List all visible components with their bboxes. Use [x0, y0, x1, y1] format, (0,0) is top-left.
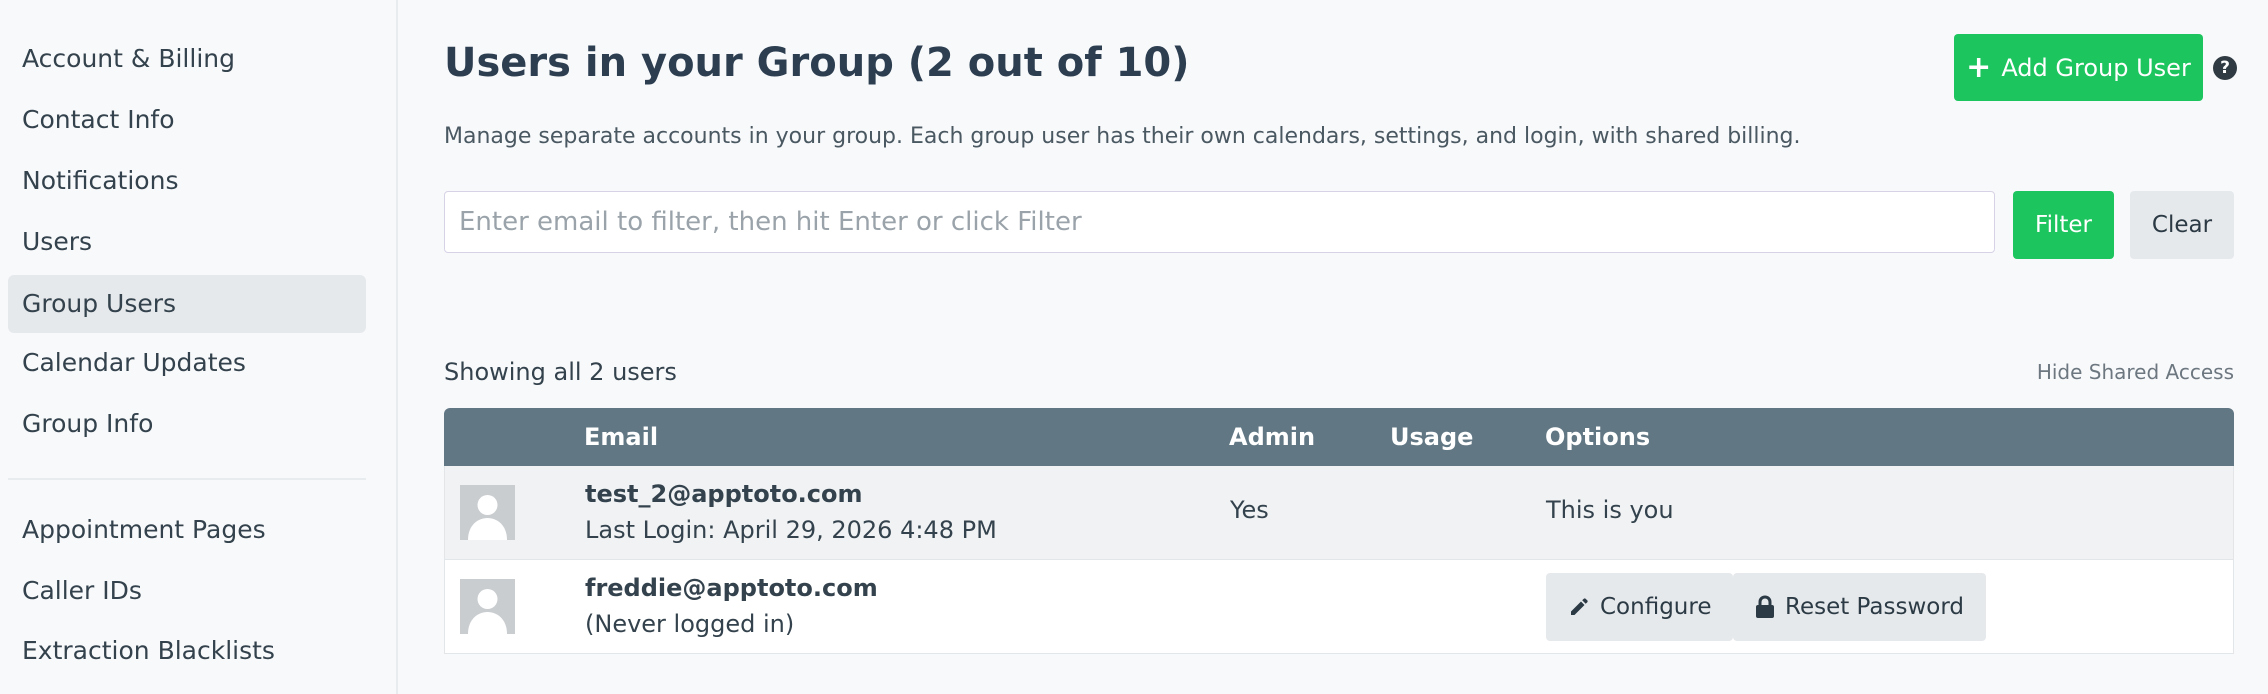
sidebar-item-group-users[interactable]: Group Users	[8, 275, 366, 333]
add-group-user-button[interactable]: + Add Group User	[1954, 34, 2203, 101]
sidebar-divider	[8, 478, 366, 480]
configure-label: Configure	[1600, 594, 1712, 620]
user-last-login: (Never logged in)	[585, 610, 795, 638]
reset-password-button[interactable]: Reset Password	[1733, 573, 1986, 641]
column-header-email: Email	[584, 423, 659, 451]
add-group-user-label: Add Group User	[2001, 53, 2191, 82]
column-header-usage: Usage	[1390, 423, 1474, 451]
sidebar-item-appointment-pages[interactable]: Appointment Pages	[8, 501, 366, 559]
sidebar-item-notifications[interactable]: Notifications	[8, 152, 366, 210]
lock-icon	[1756, 595, 1774, 618]
avatar-icon	[460, 579, 515, 634]
hide-shared-access-link[interactable]: Hide Shared Access	[2037, 360, 2234, 384]
page-title: Users in your Group (2 out of 10)	[444, 40, 1190, 86]
pencil-icon	[1571, 598, 1588, 615]
sidebar: Account & Billing Contact Info Notificat…	[0, 0, 398, 694]
user-last-login: Last Login: April 29, 2026 4:48 PM	[585, 516, 997, 544]
table-header: Email Admin Usage Options	[444, 408, 2234, 466]
configure-button[interactable]: Configure	[1546, 573, 1734, 641]
sidebar-item-group-info[interactable]: Group Info	[8, 395, 366, 453]
main-content: Users in your Group (2 out of 10) Manage…	[444, 0, 2268, 694]
sidebar-item-caller-ids[interactable]: Caller IDs	[8, 562, 366, 620]
table-row: freddie@apptoto.com (Never logged in) Co…	[444, 560, 2234, 654]
group-users-table: Email Admin Usage Options test_2@apptoto…	[444, 408, 2234, 654]
showing-count: Showing all 2 users	[444, 358, 677, 386]
clear-button[interactable]: Clear	[2130, 191, 2234, 259]
user-email: freddie@apptoto.com	[585, 574, 878, 602]
sidebar-item-extraction-blacklists[interactable]: Extraction Blacklists	[8, 622, 366, 680]
filter-button[interactable]: Filter	[2013, 191, 2114, 259]
page-description: Manage separate accounts in your group. …	[444, 124, 1801, 149]
sidebar-item-account-billing[interactable]: Account & Billing	[8, 30, 366, 88]
sidebar-item-calendar-updates[interactable]: Calendar Updates	[8, 334, 366, 392]
sidebar-item-users[interactable]: Users	[8, 213, 366, 271]
sidebar-item-contact-info[interactable]: Contact Info	[8, 91, 366, 149]
user-admin-status: Yes	[1230, 496, 1269, 524]
user-email: test_2@apptoto.com	[585, 480, 863, 508]
column-header-options: Options	[1545, 423, 1651, 451]
user-options-text: This is you	[1546, 496, 1674, 524]
plus-icon: +	[1966, 49, 1992, 85]
column-header-admin: Admin	[1229, 423, 1316, 451]
question-circle-icon[interactable]: ?	[2213, 56, 2237, 80]
reset-password-label: Reset Password	[1785, 594, 1964, 620]
email-filter-input[interactable]	[444, 191, 1995, 253]
table-row: test_2@apptoto.com Last Login: April 29,…	[444, 466, 2234, 560]
avatar-icon	[460, 485, 515, 540]
